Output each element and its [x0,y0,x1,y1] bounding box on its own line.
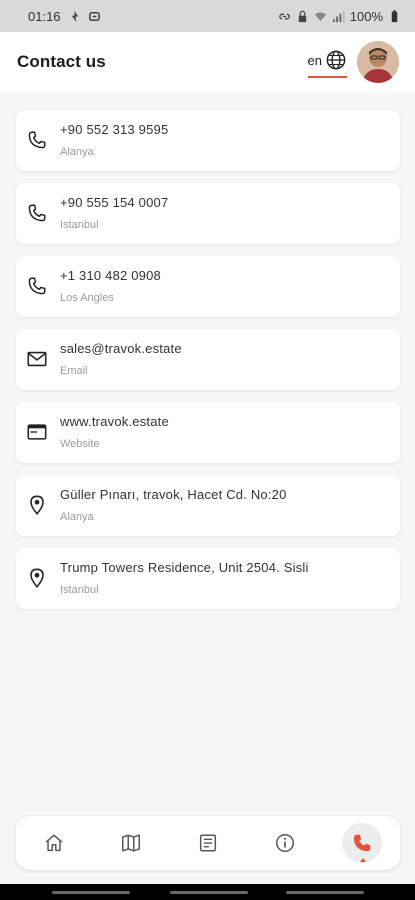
contact-label: Email [60,365,88,377]
document-icon [199,834,217,852]
avatar-image [357,41,399,83]
location-pin-icon [30,495,44,515]
app-header: Contact us en [0,32,415,92]
system-recents-button[interactable] [286,891,364,894]
contact-card-website[interactable]: www.travok.estate Website [16,402,400,463]
nav-about[interactable] [265,823,305,863]
phone-icon [28,277,46,295]
phone-icon [28,204,46,222]
sync-icon [88,11,100,21]
link-icon [278,13,290,19]
active-indicator [360,858,366,862]
contact-card-phone-istanbul[interactable]: +90 555 154 0007 Istanbul [16,183,400,244]
system-back-button[interactable] [52,891,130,894]
contact-card-address-istanbul[interactable]: Trump Towers Residence, Unit 2504. Sisli… [16,548,400,609]
phone-icon [353,834,371,852]
language-code: en [307,52,322,68]
home-icon [45,834,63,852]
battery-percent: 100% [349,8,383,24]
signal-icon [332,10,345,22]
system-navigation-bar [0,884,415,900]
contact-label: Website [60,438,100,450]
status-left: 01:16 [28,9,101,24]
status-bar: 01:16 100% [0,0,415,32]
system-home-button[interactable] [170,891,248,894]
contact-label: Los Angles [60,292,114,304]
contact-value: Güller Pınarı, travok, Hacet Cd. No:20 [60,487,287,502]
language-switch[interactable]: en [307,46,347,78]
contact-card-email[interactable]: sales@travok.estate Email [16,329,400,390]
avatar[interactable] [357,41,399,83]
contact-value: sales@travok.estate [60,341,182,356]
contact-value: www.travok.estate [60,414,169,429]
lock-icon [298,10,306,22]
contact-label: Alanya [60,511,94,523]
nav-map[interactable] [111,823,151,863]
globe-icon [326,50,346,70]
contact-label: Istanbul [60,584,99,596]
mail-icon [27,351,47,367]
bottom-navigation [16,816,400,870]
contact-value: +90 552 313 9595 [60,122,169,137]
website-icon [27,424,47,440]
contact-card-phone-los-angeles[interactable]: +1 310 482 0908 Los Angles [16,256,400,317]
contact-value: Trump Towers Residence, Unit 2504. Sisli [60,560,309,575]
contact-card-address-alanya[interactable]: Güller Pınarı, travok, Hacet Cd. No:20 A… [16,475,400,536]
contact-label: Istanbul [60,219,99,231]
page-title: Contact us [17,52,106,71]
wifi-icon [314,11,326,21]
nav-listings[interactable] [188,823,228,863]
phone-icon [28,131,46,149]
contact-card-phone-alanya[interactable]: +90 552 313 9595 Alanya [16,110,400,171]
info-icon [276,834,294,852]
status-right: 100% [278,9,401,24]
location-pin-icon [30,568,44,588]
contact-label: Alanya [60,146,94,158]
contact-value: +1 310 482 0908 [60,268,161,283]
battery-icon [391,9,398,22]
nav-home[interactable] [34,823,74,863]
nav-contact[interactable] [342,823,382,863]
contact-value: +90 555 154 0007 [60,195,169,210]
header-actions: en [307,41,399,83]
notification-icon [71,10,78,22]
status-time: 01:16 [28,8,61,24]
map-icon [122,834,140,852]
